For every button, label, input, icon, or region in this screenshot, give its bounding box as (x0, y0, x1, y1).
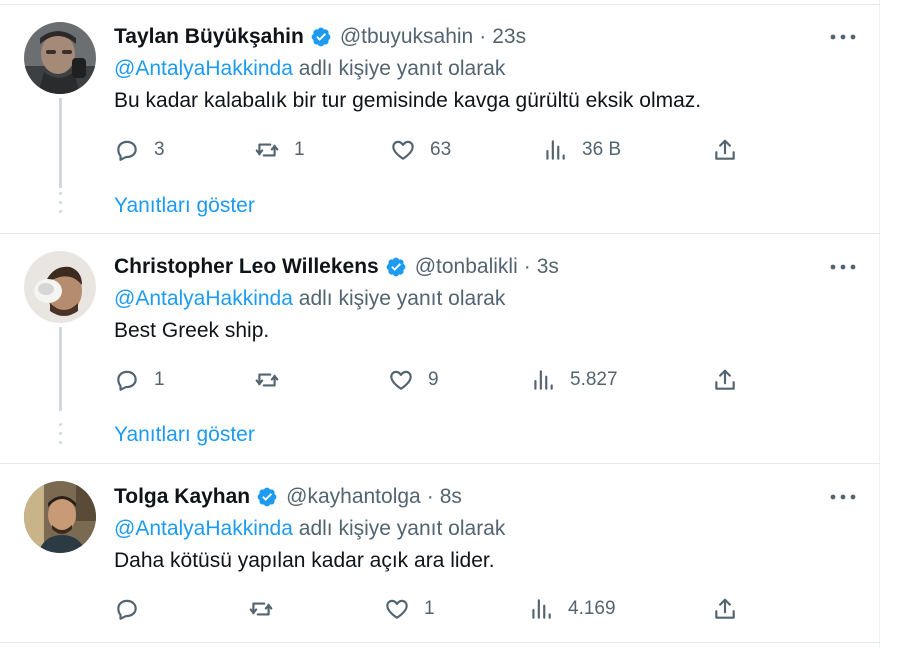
retweet-count: 1 (294, 139, 305, 160)
thread-line (59, 327, 62, 411)
views-icon (528, 596, 554, 622)
divider (0, 233, 880, 234)
like-icon (388, 367, 414, 393)
tweet-text: Daha kötüsü yapılan kadar açık ara lider… (114, 549, 495, 572)
tweet-actions: 1 4.169 (114, 593, 744, 625)
like-count: 1 (424, 598, 435, 619)
user-name[interactable]: Taylan Büyükşahin (114, 25, 304, 49)
reply-context-label: adlı kişiye yanıt olarak (298, 57, 506, 80)
share-icon (712, 137, 738, 163)
tweet[interactable]: Christopher Leo Willekens @tonbalikli · … (0, 233, 880, 463)
user-handle[interactable]: @tbuyuksahin (340, 25, 473, 49)
like-button[interactable]: 63 (390, 134, 451, 166)
show-replies-link[interactable]: Yanıtları göster (114, 194, 255, 218)
thread-line (59, 98, 62, 188)
like-count: 63 (430, 139, 452, 160)
like-icon (390, 137, 416, 163)
share-button[interactable] (712, 134, 738, 166)
tweet-text: Bu kadar kalabalık bir tur gemisinde kav… (114, 89, 702, 112)
retweet-icon (248, 596, 274, 622)
bottom-divider (0, 642, 880, 643)
reply-button[interactable] (114, 593, 154, 625)
mention-link[interactable]: @AntalyaHakkinda (114, 57, 293, 80)
timestamp[interactable]: 23s (492, 25, 526, 49)
reply-context: @AntalyaHakkinda adlı kişiye yanıt olara… (114, 287, 505, 311)
user-handle[interactable]: @tonbalikli (415, 255, 518, 279)
tweet-text: Best Greek ship. (114, 319, 270, 342)
more-button[interactable] (826, 253, 860, 281)
retweet-button[interactable] (254, 364, 294, 396)
mention-link[interactable]: @AntalyaHakkinda (114, 287, 293, 310)
more-icon (830, 34, 856, 40)
tweet[interactable]: Taylan Büyükşahin @tbuyuksahin · 23s @An… (0, 0, 880, 233)
user-name[interactable]: Tolga Kayhan (114, 485, 250, 509)
reply-button[interactable]: 1 (114, 364, 165, 396)
tweet-actions: 3 1 63 36 B (114, 134, 744, 166)
separator: · (479, 25, 487, 48)
reply-feed: Taylan Büyükşahin @tbuyuksahin · 23s @An… (0, 0, 880, 647)
retweet-button[interactable] (248, 593, 288, 625)
tweet-actions: 1 9 5.827 (114, 364, 744, 396)
verified-badge-icon (256, 486, 278, 508)
verified-badge-icon (310, 26, 332, 48)
tweet-header: Christopher Leo Willekens @tonbalikli · … (114, 253, 559, 281)
tweet[interactable]: Tolga Kayhan @kayhantolga · 8s @AntalyaH… (0, 463, 880, 647)
more-button[interactable] (826, 23, 860, 51)
reply-context-label: adlı kişiye yanıt olarak (298, 517, 506, 540)
views-count: 36 B (582, 139, 622, 160)
timestamp[interactable]: 3s (537, 255, 559, 279)
share-button[interactable] (712, 364, 738, 396)
reply-context: @AntalyaHakkinda adlı kişiye yanıt olara… (114, 57, 505, 81)
share-button[interactable] (712, 593, 738, 625)
reply-context: @AntalyaHakkinda adlı kişiye yanıt olara… (114, 517, 505, 541)
views-button[interactable]: 36 B (542, 134, 621, 166)
more-button[interactable] (826, 483, 860, 511)
views-icon (542, 137, 568, 163)
avatar[interactable] (24, 22, 96, 94)
views-count: 4.169 (568, 598, 616, 619)
reply-icon (114, 596, 140, 622)
avatar[interactable] (24, 251, 96, 323)
more-icon (830, 494, 856, 500)
retweet-icon (254, 367, 280, 393)
reply-button[interactable]: 3 (114, 134, 165, 166)
views-count: 5.827 (570, 369, 618, 390)
thread-dots (56, 423, 64, 450)
retweet-button[interactable]: 1 (254, 134, 305, 166)
views-button[interactable]: 5.827 (530, 364, 618, 396)
reply-count: 3 (154, 139, 165, 160)
like-icon (384, 596, 410, 622)
mention-link[interactable]: @AntalyaHakkinda (114, 517, 293, 540)
views-button[interactable]: 4.169 (528, 593, 616, 625)
separator: · (426, 485, 434, 508)
like-count: 9 (428, 369, 439, 390)
tweet-header: Taylan Büyükşahin @tbuyuksahin · 23s (114, 23, 526, 51)
separator: · (523, 255, 531, 278)
like-button[interactable]: 1 (384, 593, 435, 625)
reply-count: 1 (154, 369, 165, 390)
top-divider (0, 4, 880, 5)
tweet-header: Tolga Kayhan @kayhantolga · 8s (114, 483, 462, 511)
views-icon (530, 367, 556, 393)
user-handle[interactable]: @kayhantolga (286, 485, 421, 509)
like-button[interactable]: 9 (388, 364, 439, 396)
verified-badge-icon (385, 256, 407, 278)
share-icon (712, 367, 738, 393)
share-icon (712, 596, 738, 622)
show-replies-link[interactable]: Yanıtları göster (114, 423, 255, 447)
reply-icon (114, 137, 140, 163)
reply-icon (114, 367, 140, 393)
retweet-icon (254, 137, 280, 163)
timestamp[interactable]: 8s (440, 485, 462, 509)
avatar[interactable] (24, 481, 96, 553)
thread-dots (56, 192, 64, 219)
more-icon (830, 264, 856, 270)
reply-context-label: adlı kişiye yanıt olarak (298, 287, 506, 310)
divider (0, 463, 880, 464)
user-name[interactable]: Christopher Leo Willekens (114, 255, 379, 279)
